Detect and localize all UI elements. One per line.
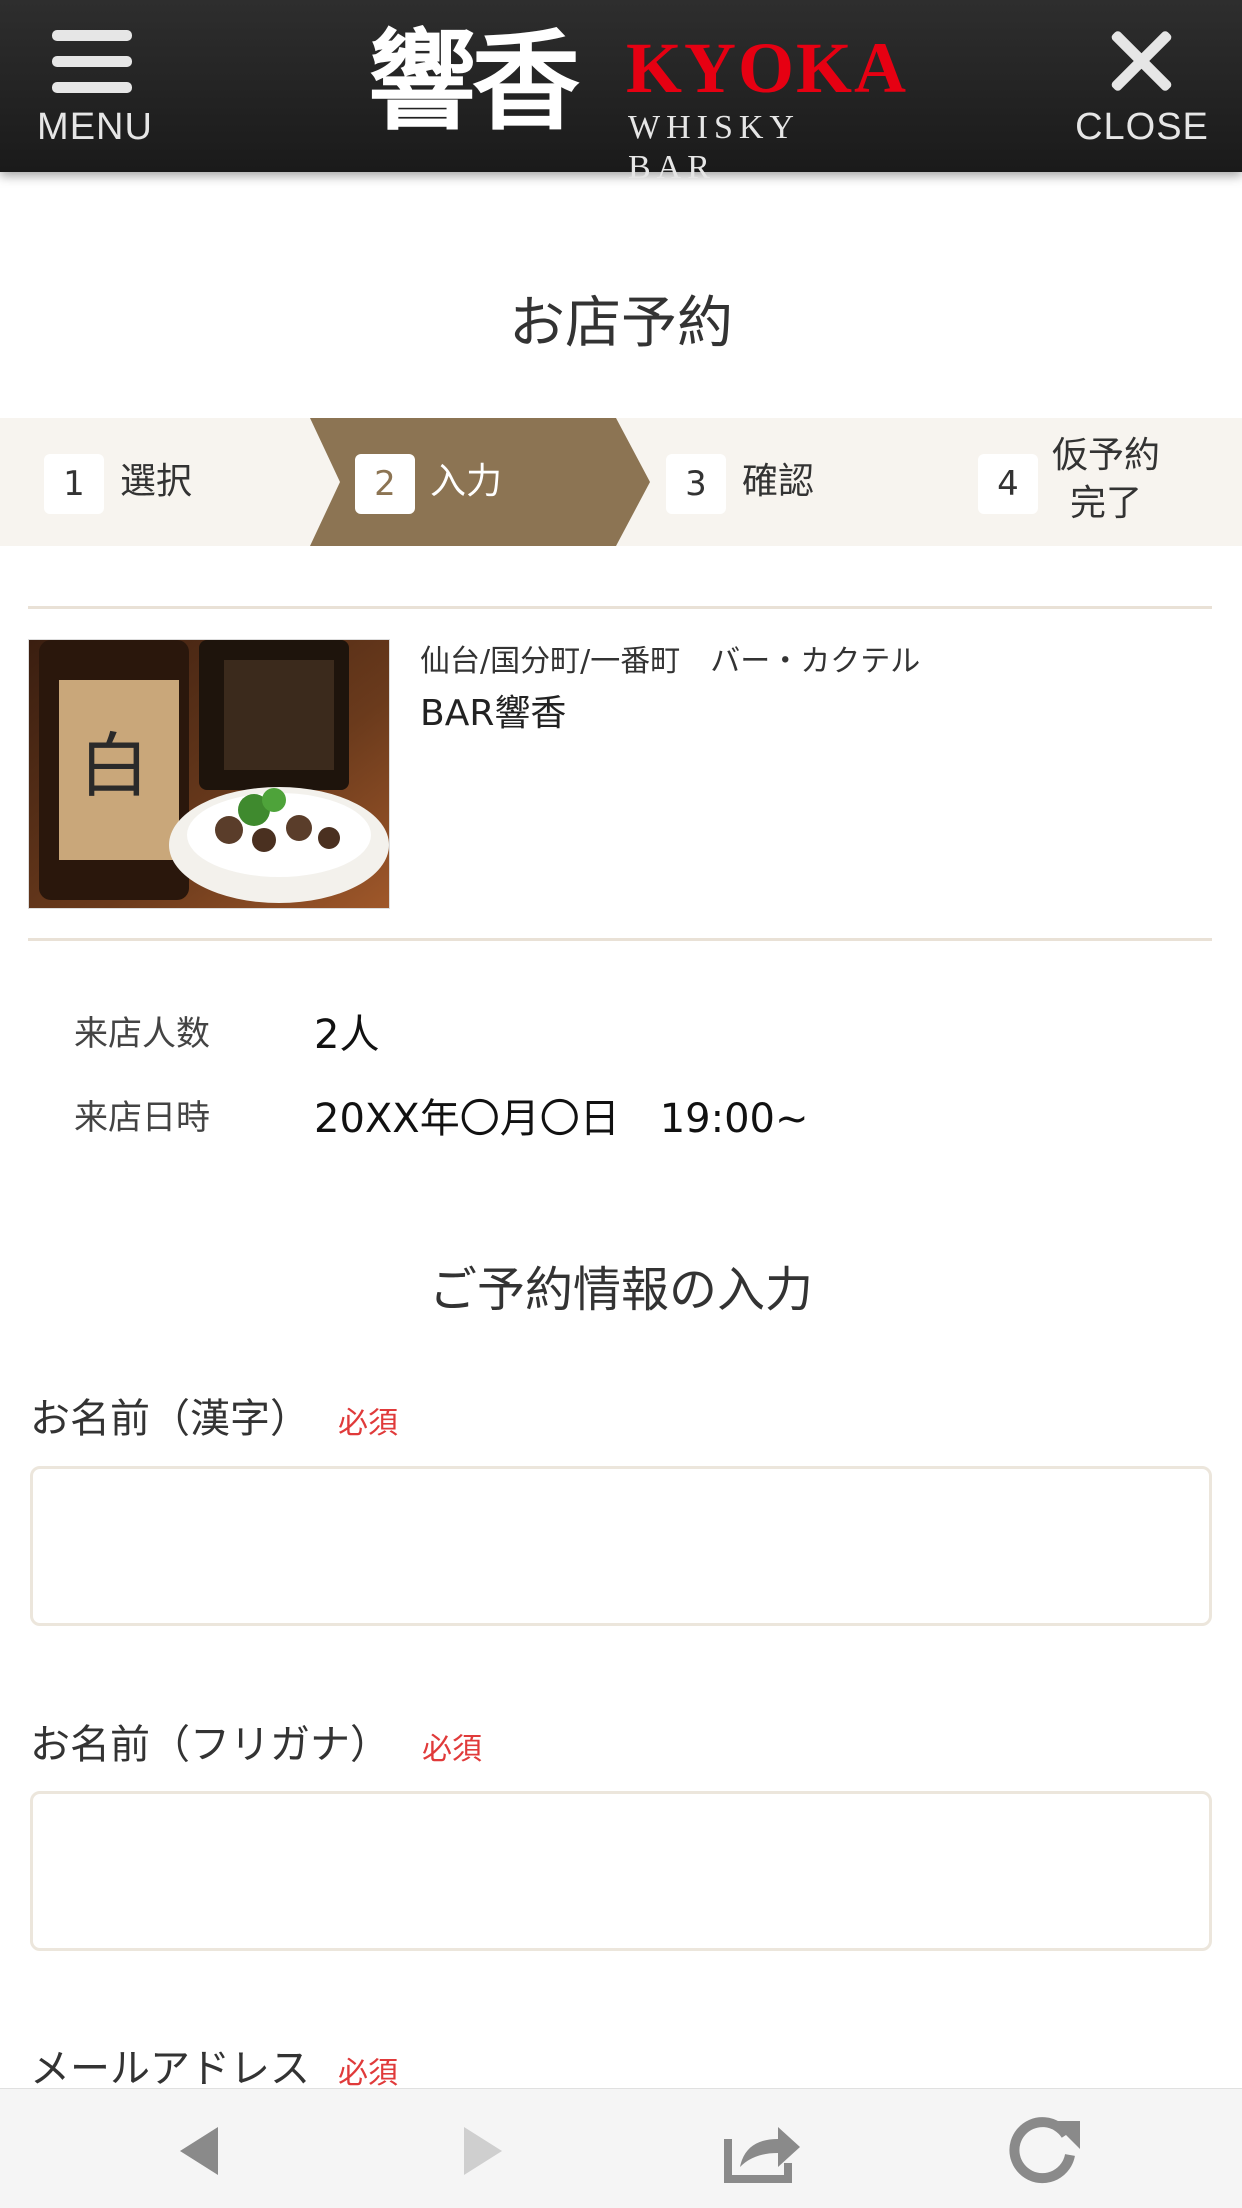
step-label: 選択 [120,461,193,502]
people-value: 2人 [314,1012,380,1058]
close-button[interactable]: CLOSE [1062,24,1222,154]
site-header: MENU 響香 KYOKA WHISKY BAR CLOSE [0,0,1242,186]
page-title: お店予約 [509,291,733,356]
name-kana-input[interactable] [30,1791,1212,1951]
step-label: 入力 [430,461,503,502]
share-icon [724,2127,800,2183]
close-icon [1108,28,1174,94]
divider [28,606,1212,609]
shop-name[interactable]: BAR響香 [420,684,566,736]
step-number: 3 [666,454,726,514]
reload-button[interactable] [982,2089,1102,2208]
logo-kanji: 響香 [368,19,580,145]
step-number: 4 [978,454,1038,514]
people-label: 来店人数 [74,1014,210,1054]
step-2: 2 入力 [310,418,650,546]
step-label-line2: 完了 [1070,483,1143,524]
step-4: 4 仮予約 完了 [950,418,1242,546]
back-icon [180,2127,218,2175]
forward-button[interactable] [420,2089,540,2208]
browser-toolbar [0,2088,1242,2208]
step-indicator: 1 選択 2 入力 3 確認 4 仮予約 完了 [0,418,1242,546]
divider [28,938,1212,941]
required-badge: 必須 [338,2056,398,2091]
back-button[interactable] [140,2089,260,2208]
menu-label: MENU [37,106,153,148]
share-button[interactable] [700,2089,820,2208]
datetime-value: 20XX年〇月〇日 19:00~ [314,1096,809,1142]
forward-icon [464,2127,502,2175]
datetime-label: 来店日時 [74,1098,210,1138]
step-number: 2 [355,454,415,514]
step-label: 確認 [742,461,815,502]
step-3: 3 確認 [650,418,950,546]
logo-subtitle: WHISKY BAR [628,109,799,186]
email-label: メールアドレス [30,2046,310,2092]
shop-category: 仙台/国分町/一番町 バー・カクテル [420,644,921,679]
close-label: CLOSE [1075,106,1209,148]
hamburger-icon [52,30,132,94]
name-kana-label: お名前（フリガナ） [30,1722,390,1768]
site-logo[interactable]: 響香 KYOKA WHISKY BAR [368,18,906,186]
logo-name: KYOKA [626,28,909,108]
name-kanji-label: お名前（漢字） [30,1396,310,1442]
step-label-line1: 仮予約 [1052,435,1161,476]
step-1: 1 選択 [0,418,300,546]
required-badge: 必須 [422,1732,482,1767]
shop-photo: 白 [28,639,390,909]
step-number: 1 [44,454,104,514]
menu-button[interactable]: MENU [30,24,160,154]
required-badge: 必須 [338,1406,398,1441]
reload-icon [1009,2117,1080,2184]
svg-text:白: 白 [79,725,149,807]
name-kanji-input[interactable] [30,1466,1212,1626]
form-section-title: ご予約情報の入力 [428,1262,813,1318]
